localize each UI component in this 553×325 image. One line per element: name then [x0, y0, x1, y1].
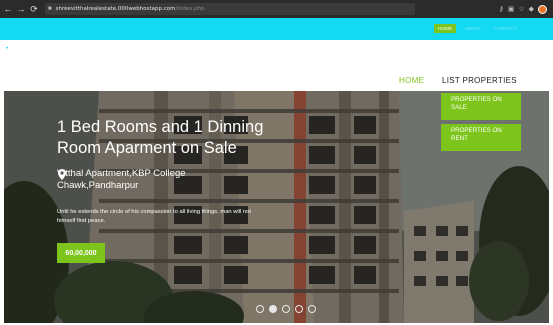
- lock-icon: ■: [48, 6, 52, 12]
- top-nav-about[interactable]: ABOUT: [460, 24, 485, 33]
- profile-avatar-icon[interactable]: [538, 4, 547, 14]
- carousel-dot[interactable]: [308, 305, 316, 313]
- reload-icon[interactable]: ⟳: [29, 4, 39, 15]
- forward-icon[interactable]: →: [16, 4, 26, 14]
- site-header: • HOME LIST PROPERTIES: [0, 40, 553, 91]
- carousel-dot[interactable]: [282, 305, 290, 313]
- dropdown-item-properties-on-sale[interactable]: PROPERTIES ON SALE: [441, 93, 521, 120]
- hero-location-text: Vitthal Apartment,KBP College Chawk,Pand…: [57, 168, 186, 191]
- nav-list-properties-link[interactable]: LIST PROPERTIES: [442, 76, 517, 85]
- list-properties-dropdown: PROPERTIES ON SALE PROPERTIES ON RENT: [441, 93, 521, 155]
- nav-home-link[interactable]: HOME: [399, 76, 424, 85]
- star-icon[interactable]: ☆: [518, 5, 524, 13]
- top-nav-home[interactable]: HOME: [433, 24, 457, 33]
- key-icon[interactable]: ⚷: [499, 5, 504, 13]
- url-text: shreevitthalrealestate.000webhostapp.com…: [56, 6, 205, 12]
- top-bar: HOME ABOUT CONTACT: [0, 18, 553, 40]
- carousel-dot[interactable]: [295, 305, 303, 313]
- carousel-dots: [256, 305, 316, 313]
- back-icon[interactable]: ←: [3, 4, 13, 14]
- map-pin-icon: [58, 169, 66, 180]
- top-nav-contact[interactable]: CONTACT: [489, 24, 521, 33]
- puzzle-icon[interactable]: ◆: [529, 5, 534, 13]
- carousel-dot-active[interactable]: [269, 305, 277, 313]
- address-bar[interactable]: ■ shreevitthalrealestate.000webhostapp.c…: [45, 3, 415, 15]
- browser-toolbar: ← → ⟳ ■ shreevitthalrealestate.000webhos…: [0, 0, 553, 18]
- top-nav: HOME ABOUT CONTACT: [433, 24, 521, 33]
- hero-description: Until he extends the circle of his compa…: [57, 209, 251, 224]
- hero-location: Vitthal Apartment,KBP College Chawk,Pand…: [57, 168, 257, 192]
- url-path: /index.php: [175, 6, 205, 12]
- dropdown-item-properties-on-rent[interactable]: PROPERTIES ON RENT: [441, 124, 521, 151]
- hero-title: 1 Bed Rooms and 1 Dinning Room Aparment …: [57, 118, 264, 157]
- url-host: shreevitthalrealestate.000webhostapp.com: [55, 6, 176, 12]
- marker-dot-icon: •: [6, 46, 9, 52]
- extension-icon[interactable]: ▣: [508, 5, 515, 13]
- price-button[interactable]: 60,00,000: [57, 243, 105, 263]
- carousel-dot[interactable]: [256, 305, 264, 313]
